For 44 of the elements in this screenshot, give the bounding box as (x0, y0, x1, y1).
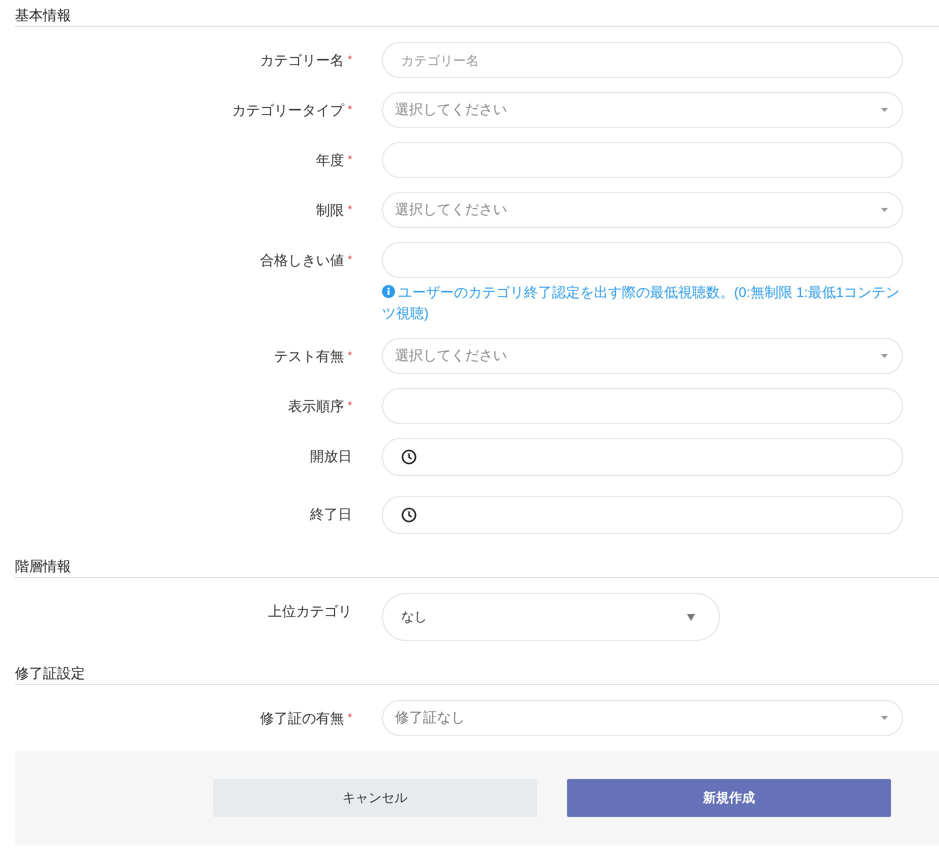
field-label: 年度 (316, 152, 344, 168)
input-field[interactable] (382, 142, 903, 178)
hint-text: ユーザーのカテゴリ終了認定を出す際の最低視聴数。(0:無制限 1:最低1コンテンツ視聴) (382, 284, 900, 321)
select-field[interactable]: 選択してください (382, 192, 903, 228)
required-mark: * (348, 104, 352, 116)
select-field[interactable]: 修了証なし (382, 700, 903, 736)
create-button[interactable]: 新規作成 (567, 779, 891, 817)
section-title: 修了証設定 (15, 663, 939, 685)
info-icon (382, 285, 395, 298)
cancel-button[interactable]: キャンセル (213, 779, 537, 817)
field-label: 制限 (316, 202, 344, 218)
field-label: カテゴリータイプ (232, 102, 344, 118)
input-field[interactable] (382, 388, 903, 424)
required-mark: * (348, 400, 352, 412)
clock-icon (401, 507, 417, 523)
field-label: 終了日 (310, 506, 352, 522)
select-field[interactable]: 選択してください (382, 92, 903, 128)
field-label: 開放日 (310, 448, 352, 464)
field-label: 上位カテゴリ (268, 603, 352, 619)
input-field[interactable]: カテゴリー名 (382, 42, 903, 78)
required-mark: * (348, 204, 352, 216)
required-mark: * (348, 712, 352, 724)
field-label: 修了証の有無 (260, 710, 344, 726)
select-field[interactable]: 選択してください (382, 338, 903, 374)
caret-icon (881, 354, 888, 358)
required-mark: * (348, 154, 352, 166)
clock-icon (401, 449, 417, 465)
field-label: テスト有無 (274, 348, 344, 364)
caret-icon (687, 614, 695, 620)
input-field[interactable] (382, 242, 903, 278)
required-mark: * (348, 54, 352, 66)
select-field[interactable]: なし (382, 593, 720, 641)
caret-icon (881, 716, 888, 720)
field-label: カテゴリー名 (260, 52, 344, 68)
date-field[interactable] (382, 496, 903, 534)
field-label: 表示順序 (288, 398, 344, 414)
required-mark: * (348, 254, 352, 266)
date-field[interactable] (382, 438, 903, 476)
caret-icon (881, 208, 888, 212)
section-title: 階層情報 (15, 556, 939, 578)
field-label: 合格しきい値 (260, 252, 344, 268)
section-title: 基本情報 (15, 5, 939, 27)
required-mark: * (348, 350, 352, 362)
caret-icon (881, 108, 888, 112)
